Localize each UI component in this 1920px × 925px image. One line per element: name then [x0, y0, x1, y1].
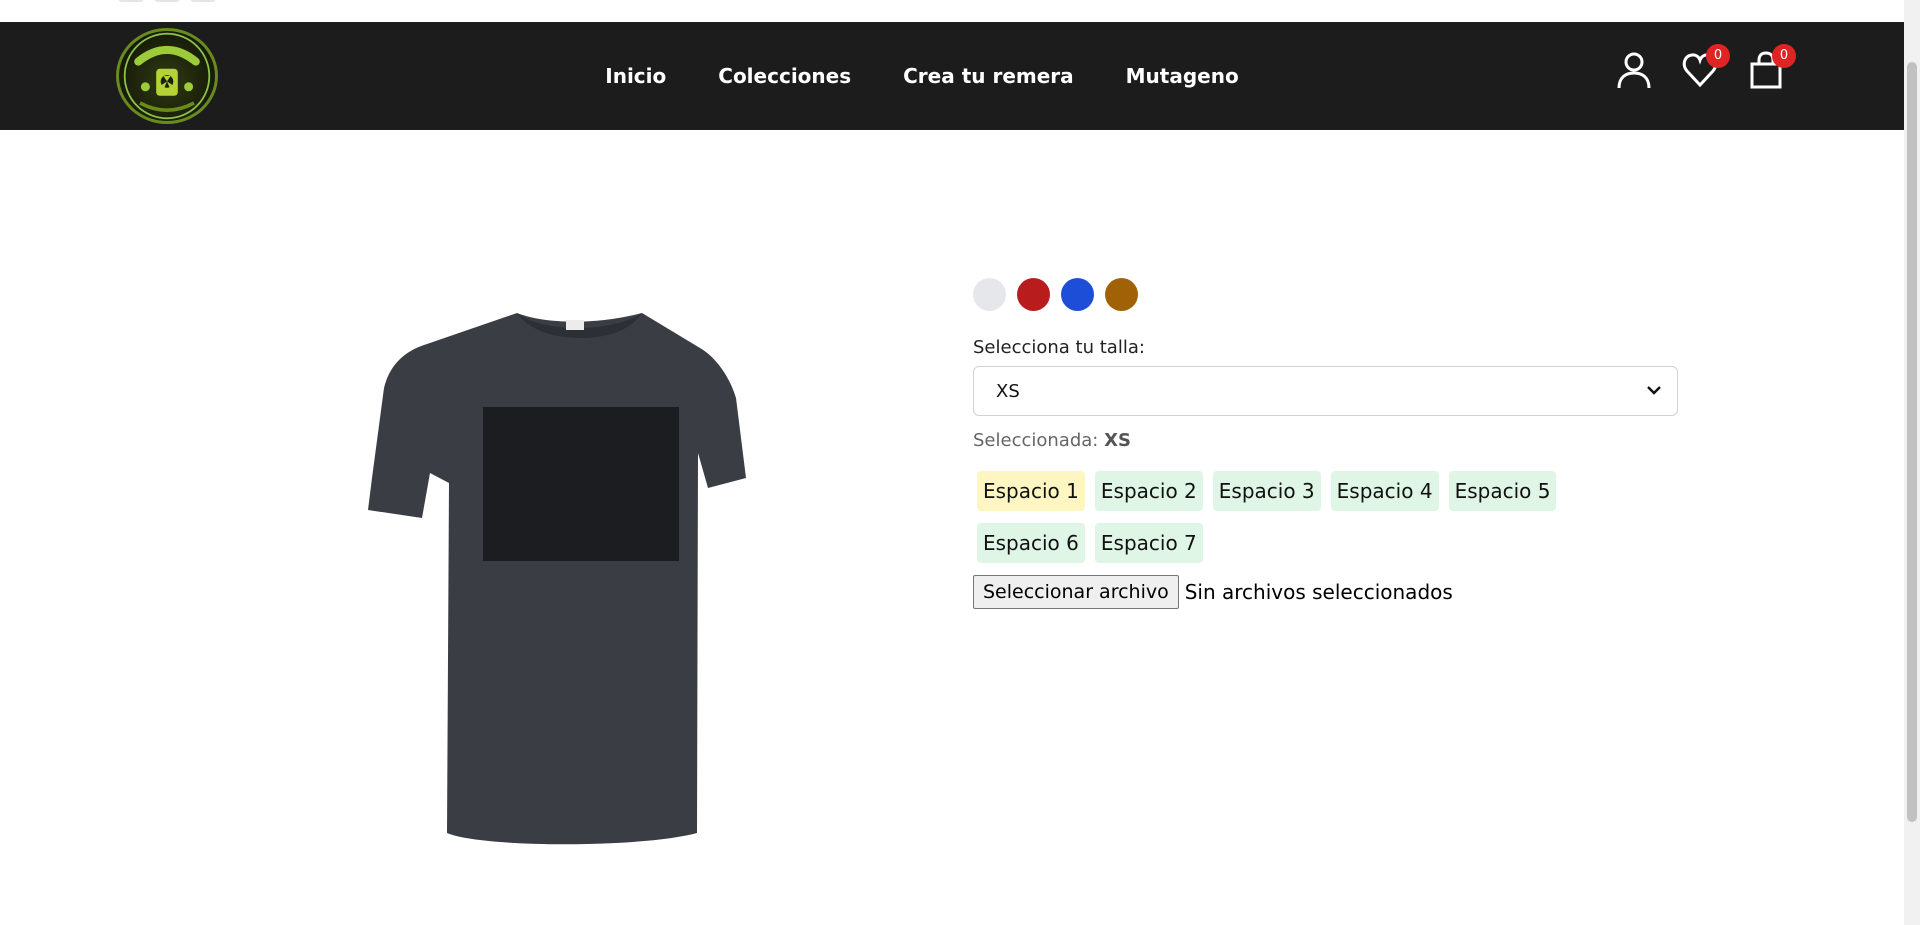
top-control[interactable]: [190, 0, 216, 2]
nav-inicio[interactable]: Inicio: [605, 64, 666, 88]
space-button-1[interactable]: Espacio 1: [977, 471, 1085, 511]
selected-size-value: XS: [1104, 430, 1131, 451]
size-label: Selecciona tu talla:: [973, 337, 1145, 358]
chevron-down-icon: [1647, 383, 1661, 399]
top-controls: [118, 0, 216, 2]
top-control[interactable]: [154, 0, 180, 2]
selected-size-text: Seleccionada: XS: [973, 430, 1678, 451]
color-swatch-blue[interactable]: [1061, 278, 1094, 311]
cart-count-badge: 0: [1772, 44, 1796, 68]
nav-mutageno[interactable]: Mutageno: [1126, 64, 1239, 88]
product-image: [312, 288, 932, 888]
size-select-value: XS: [996, 380, 1020, 402]
wishlist-button[interactable]: 0: [1682, 44, 1730, 90]
color-swatch-light-gray[interactable]: [973, 278, 1006, 311]
color-swatches: [973, 278, 1678, 311]
size-select[interactable]: XS: [973, 366, 1678, 416]
header-actions: 0 0: [1616, 44, 1796, 90]
space-button-4[interactable]: Espacio 4: [1330, 471, 1439, 511]
space-button-3[interactable]: Espacio 3: [1212, 471, 1321, 511]
space-button-7[interactable]: Espacio 7: [1094, 523, 1203, 563]
file-upload: Seleccionar archivo Sin archivos selecci…: [973, 575, 1678, 609]
file-status-text: Sin archivos seleccionados: [1184, 580, 1453, 604]
color-swatch-red[interactable]: [1017, 278, 1050, 311]
space-button-6[interactable]: Espacio 6: [977, 523, 1085, 563]
cart-button[interactable]: 0: [1748, 44, 1796, 90]
page-scrollbar[interactable]: [1904, 0, 1920, 925]
scrollbar-thumb[interactable]: [1907, 62, 1917, 822]
file-select-button[interactable]: Seleccionar archivo: [973, 575, 1179, 609]
color-swatch-mustard[interactable]: [1105, 278, 1138, 311]
user-icon[interactable]: [1616, 50, 1652, 90]
space-button-5[interactable]: Espacio 5: [1448, 471, 1557, 511]
nav-crea-tu-remera[interactable]: Crea tu remera: [903, 64, 1074, 88]
navbar: Inicio Colecciones Crea tu remera Mutage…: [0, 22, 1904, 130]
product-options: Selecciona tu talla: XS Seleccionada: XS…: [973, 278, 1678, 609]
nav-colecciones[interactable]: Colecciones: [718, 64, 851, 88]
tshirt-preview: [312, 288, 932, 888]
selected-prefix: Seleccionada:: [973, 430, 1099, 451]
top-strip: [0, 0, 1904, 22]
space-button-2[interactable]: Espacio 2: [1094, 471, 1203, 511]
top-control[interactable]: [118, 0, 144, 2]
wishlist-count-badge: 0: [1706, 44, 1730, 68]
print-space-buttons: Espacio 1 Espacio 2 Espacio 3 Espacio 4 …: [973, 471, 1633, 563]
